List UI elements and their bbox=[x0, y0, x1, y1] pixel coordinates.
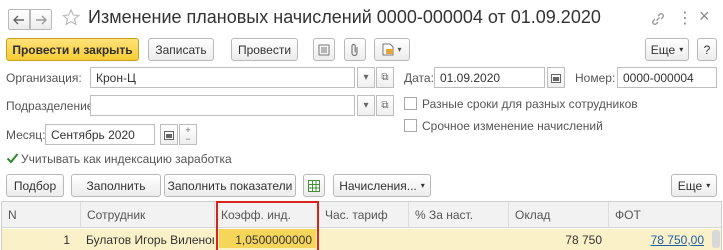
date-field[interactable]: 01.09.2020 bbox=[434, 67, 545, 88]
forward-button[interactable] bbox=[30, 9, 52, 30]
list-icon bbox=[318, 44, 330, 55]
table-more-button-label: Еще bbox=[677, 178, 703, 193]
indexation-checkbox[interactable] bbox=[6, 152, 19, 165]
row-hourly-rate[interactable] bbox=[318, 229, 408, 250]
indexation-label: Учитывать как индексацию заработка bbox=[21, 152, 232, 166]
month-calendar-button[interactable] bbox=[160, 124, 178, 145]
row-percent[interactable] bbox=[408, 229, 508, 250]
save-button[interactable]: Записать bbox=[148, 38, 214, 61]
number-label: Номер: bbox=[575, 71, 616, 85]
urgent-change-checkbox[interactable] bbox=[404, 119, 417, 132]
department-open-button[interactable]: ⧉ bbox=[376, 95, 394, 116]
different-dates-label: Разные сроки для разных сотрудников bbox=[422, 97, 638, 111]
page-title: Изменение плановых начислений 0000-00000… bbox=[88, 7, 601, 27]
document-icon bbox=[382, 43, 394, 56]
chevron-down-icon: ▾ bbox=[420, 181, 425, 190]
close-icon[interactable]: × bbox=[699, 6, 710, 27]
calendar-icon bbox=[164, 130, 174, 140]
print-dropdown-button[interactable]: ▾ bbox=[374, 38, 410, 61]
column-header-hourly-rate[interactable]: Час. тариф bbox=[318, 202, 408, 228]
chevron-down-icon: ▾ bbox=[363, 72, 369, 83]
column-header-fot[interactable]: ФОТ bbox=[608, 202, 721, 228]
date-calendar-button[interactable] bbox=[547, 67, 565, 88]
organization-dropdown-button[interactable]: ▾ bbox=[357, 67, 375, 88]
decrement-icon: − bbox=[185, 133, 191, 144]
column-header-n[interactable]: N bbox=[2, 202, 80, 228]
post-button[interactable]: Провести bbox=[231, 38, 298, 61]
department-field[interactable] bbox=[90, 95, 355, 116]
month-stepper[interactable]: + − bbox=[179, 124, 197, 145]
chevron-down-icon: ▾ bbox=[679, 45, 684, 54]
checkmark-icon bbox=[6, 153, 19, 164]
more-button[interactable]: Еще ▾ bbox=[645, 38, 689, 61]
table-more-button[interactable]: Еще ▾ bbox=[671, 174, 717, 197]
table-grid-icon bbox=[308, 179, 320, 192]
document-list-button[interactable] bbox=[313, 38, 335, 61]
paperclip-icon bbox=[351, 43, 358, 56]
open-icon: ⧉ bbox=[381, 100, 389, 111]
organization-field[interactable]: Крон-Ц bbox=[90, 67, 355, 88]
link-icon[interactable] bbox=[650, 11, 666, 27]
chevron-down-icon: ▾ bbox=[363, 100, 369, 111]
favorite-star-icon[interactable] bbox=[61, 8, 81, 28]
column-header-employee[interactable]: Сотрудник bbox=[80, 202, 214, 228]
fill-button[interactable]: Заполнить bbox=[71, 174, 161, 197]
post-and-close-button[interactable]: Провести и закрыть bbox=[6, 38, 139, 61]
row-employee[interactable]: Булатов Игорь Виленов... bbox=[80, 229, 214, 250]
different-dates-checkbox[interactable] bbox=[404, 97, 417, 110]
pick-button[interactable]: Подбор bbox=[6, 174, 64, 197]
arrow-left-icon bbox=[13, 15, 24, 24]
department-label: Подразделение: bbox=[6, 99, 97, 113]
table-settings-button[interactable] bbox=[303, 174, 325, 197]
row-number: 1 bbox=[63, 233, 70, 247]
row-fot[interactable]: 78 750,00 bbox=[608, 229, 710, 250]
month-label: Месяц: bbox=[6, 128, 46, 142]
open-icon: ⧉ bbox=[381, 72, 389, 83]
table-scroll-indicator[interactable] bbox=[712, 230, 720, 248]
date-label: Дата: bbox=[404, 71, 434, 85]
organization-label: Организация: bbox=[6, 71, 82, 85]
arrow-right-icon bbox=[36, 15, 47, 24]
coef-column-highlight bbox=[216, 201, 319, 250]
attach-button[interactable] bbox=[344, 38, 366, 61]
month-field[interactable]: Сентябрь 2020 bbox=[45, 124, 155, 145]
fill-indicators-button[interactable]: Заполнить показатели bbox=[164, 174, 296, 197]
urgent-change-label: Срочное изменение начислений bbox=[422, 119, 603, 133]
organization-open-button[interactable]: ⧉ bbox=[376, 67, 394, 88]
chevron-down-icon: ▾ bbox=[397, 45, 402, 54]
calendar-icon bbox=[551, 73, 561, 83]
chevron-down-icon: ▾ bbox=[706, 181, 711, 190]
column-header-percent[interactable]: % За наст. bbox=[408, 202, 508, 228]
number-field[interactable]: 0000-000004 bbox=[617, 67, 717, 88]
accruals-button[interactable]: Начисления... ▾ bbox=[333, 174, 431, 197]
accruals-button-label: Начисления... bbox=[339, 178, 417, 193]
row-salary[interactable]: 78 750 bbox=[508, 229, 608, 250]
back-button[interactable] bbox=[8, 9, 30, 30]
more-menu-icon[interactable]: ⋮ bbox=[677, 8, 693, 28]
column-header-salary[interactable]: Оклад bbox=[508, 202, 608, 228]
department-dropdown-button[interactable]: ▾ bbox=[357, 95, 375, 116]
more-button-label: Еще bbox=[650, 42, 676, 57]
help-button[interactable]: ? bbox=[697, 38, 717, 61]
